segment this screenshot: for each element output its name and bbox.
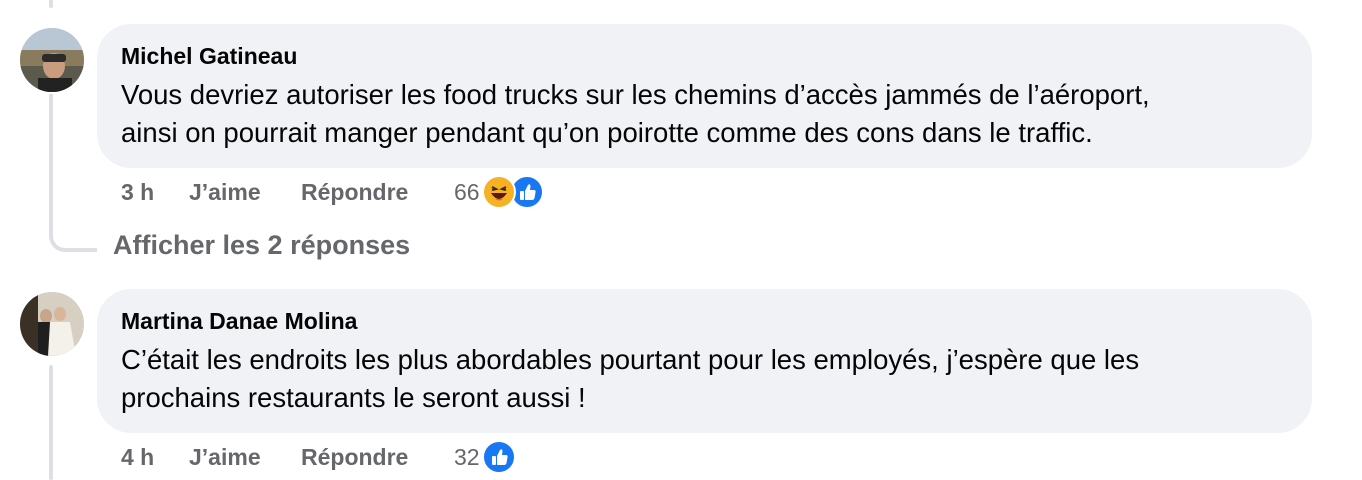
comment-text-line: prochains restaurants le seront aussi !	[121, 382, 586, 413]
comment-actions: 3 h J’aime Répondre 66	[121, 175, 544, 209]
thread-connector	[49, 94, 97, 252]
comment-text-line: Vous devriez autoriser les food trucks s…	[121, 79, 1150, 110]
reply-button[interactable]: Répondre	[301, 444, 454, 471]
reply-button[interactable]: Répondre	[301, 179, 454, 206]
thumbs-up-icon[interactable]	[481, 440, 516, 474]
comment-text: Vous devriez autoriser les food trucks s…	[121, 76, 1288, 152]
like-button[interactable]: J’aime	[189, 444, 301, 471]
haha-icon[interactable]	[481, 175, 516, 209]
comment-text-line: ainsi on pourrait manger pendant qu’on p…	[121, 117, 1093, 148]
comment-time[interactable]: 4 h	[121, 444, 189, 471]
comment-text-line: C’était les endroits les plus abordables…	[121, 344, 1140, 375]
comment-time[interactable]: 3 h	[121, 179, 189, 206]
comment-author[interactable]: Michel Gatineau	[121, 42, 1288, 70]
comment-author[interactable]: Martina Danae Molina	[121, 307, 1288, 335]
comment-bubble: Martina Danae Molina C’était les endroit…	[97, 289, 1312, 433]
show-replies-link[interactable]: Afficher les 2 réponses	[113, 230, 410, 261]
avatar[interactable]	[20, 292, 84, 356]
comment-bubble: Michel Gatineau Vous devriez autoriser l…	[97, 24, 1312, 168]
reaction-count[interactable]: 66	[454, 179, 480, 206]
like-button[interactable]: J’aime	[189, 179, 301, 206]
avatar[interactable]	[20, 28, 84, 92]
comment-text: C’était les endroits les plus abordables…	[121, 341, 1288, 417]
reaction-count[interactable]: 32	[454, 444, 480, 471]
comment-actions: 4 h J’aime Répondre 32	[121, 440, 516, 474]
thread-line	[49, 0, 53, 8]
thread-line	[49, 365, 53, 480]
